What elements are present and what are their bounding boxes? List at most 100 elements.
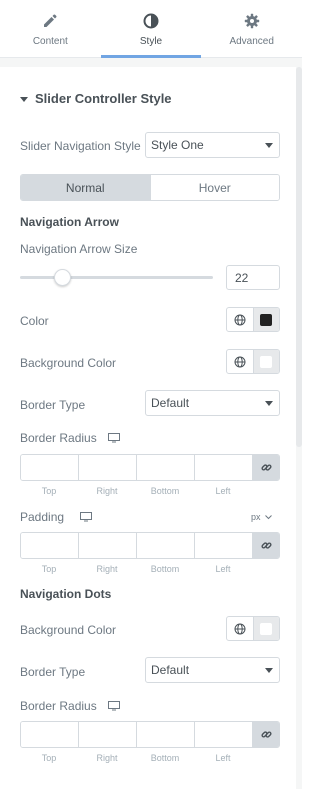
radius-top-input[interactable]: [21, 722, 79, 747]
arrow-border-radius-inputs: [20, 454, 280, 481]
dots-border-type-select[interactable]: Default: [145, 657, 280, 683]
arrow-size-slider-track[interactable]: [20, 276, 213, 279]
arrow-bg-color-label: Background Color: [20, 356, 117, 370]
chevron-down-icon: [265, 401, 273, 406]
arrow-size-input[interactable]: 22: [226, 265, 280, 290]
link-values-button[interactable]: [253, 533, 279, 558]
arrow-border-type-label: Border Type: [20, 398, 86, 412]
desktop-icon[interactable]: [80, 512, 93, 522]
nav-style-value: Style One: [151, 138, 204, 152]
dim-label-right: Right: [96, 486, 118, 496]
padding-bottom-input[interactable]: [137, 533, 195, 558]
dots-border-type-label: Border Type: [20, 665, 86, 679]
padding-unit-value: px: [251, 512, 261, 522]
nav-style-select[interactable]: Style One: [145, 132, 280, 158]
color-swatch: [260, 622, 273, 635]
dim-label-left: Left: [215, 486, 231, 496]
link-icon: [260, 731, 272, 738]
section-title: Slider Controller Style: [35, 91, 172, 106]
global-colors-button[interactable]: [227, 308, 254, 331]
global-colors-button[interactable]: [227, 350, 254, 373]
tab-advanced[interactable]: Advanced: [201, 0, 302, 57]
half-circle-icon: [143, 13, 159, 29]
arrow-bg-color-swatch-button[interactable]: [253, 350, 279, 373]
desktop-icon[interactable]: [107, 701, 120, 711]
chevron-down-icon: [265, 143, 273, 148]
nav-style-label: Slider Navigation Style: [20, 139, 141, 153]
radius-left-input[interactable]: [195, 455, 253, 480]
radius-left-input[interactable]: [195, 722, 253, 747]
chevron-down-icon: [264, 514, 272, 519]
color-swatch: [260, 313, 273, 326]
panel-scrollbar[interactable]: [296, 67, 302, 447]
arrow-border-radius-label: Border Radius: [20, 431, 97, 445]
radius-bottom-input[interactable]: [137, 455, 195, 480]
tab-normal[interactable]: Normal: [21, 175, 150, 200]
dim-label-right: Right: [96, 753, 118, 763]
radius-right-input[interactable]: [79, 455, 137, 480]
arrow-padding-inputs: [20, 532, 280, 559]
arrow-color-swatch-button[interactable]: [253, 308, 279, 331]
padding-unit-select[interactable]: px: [251, 512, 272, 522]
dim-label-bottom: Bottom: [150, 564, 180, 574]
tab-content-label: Content: [32, 36, 68, 47]
section-header[interactable]: Slider Controller Style: [20, 91, 172, 106]
arrow-bg-color-picker: [226, 349, 280, 374]
radius-top-input[interactable]: [21, 455, 79, 480]
chevron-down-icon: [265, 668, 273, 673]
navigation-dots-heading: Navigation Dots: [20, 587, 112, 601]
dots-bg-color-picker: [226, 616, 280, 641]
arrow-border-radius-labels: Top Right Bottom Left: [20, 486, 252, 496]
radius-right-input[interactable]: [79, 722, 137, 747]
arrow-color-picker: [226, 307, 280, 332]
arrow-color-label: Color: [20, 314, 49, 328]
link-values-button[interactable]: [253, 455, 279, 480]
navigation-arrow-heading: Navigation Arrow: [20, 215, 119, 229]
globe-icon: [234, 356, 246, 367]
link-values-button[interactable]: [253, 722, 279, 747]
globe-icon: [234, 623, 246, 634]
padding-left-input[interactable]: [195, 533, 253, 558]
dots-border-radius-labels: Top Right Bottom Left: [20, 753, 252, 763]
tab-hover[interactable]: Hover: [149, 175, 279, 200]
global-colors-button[interactable]: [227, 617, 254, 640]
link-icon: [260, 464, 272, 471]
desktop-icon[interactable]: [107, 433, 120, 443]
arrow-padding-row: Padding: [20, 510, 93, 524]
arrow-border-type-value: Default: [151, 396, 190, 410]
dim-label-left: Left: [215, 564, 231, 574]
dim-label-bottom: Bottom: [150, 486, 180, 496]
globe-icon: [234, 314, 246, 325]
tab-style[interactable]: Style: [100, 0, 202, 58]
color-swatch: [260, 355, 273, 368]
dots-border-radius-row: Border Radius: [20, 699, 120, 713]
dim-label-bottom: Bottom: [150, 753, 180, 763]
dim-label-left: Left: [215, 753, 231, 763]
gear-icon: [244, 13, 259, 29]
link-icon: [260, 542, 272, 549]
tab-advanced-label: Advanced: [229, 36, 274, 47]
dim-label-top: Top: [41, 753, 57, 763]
arrow-border-radius-row: Border Radius: [20, 431, 120, 445]
pencil-icon: [44, 14, 57, 27]
dim-label-top: Top: [41, 486, 57, 496]
padding-right-input[interactable]: [79, 533, 137, 558]
padding-top-input[interactable]: [21, 533, 79, 558]
caret-down-icon: [20, 96, 28, 102]
arrow-border-type-select[interactable]: Default: [145, 390, 280, 416]
arrow-size-label: Navigation Arrow Size: [20, 242, 138, 256]
tab-content[interactable]: Content: [0, 0, 101, 57]
state-toggle: Normal Hover: [20, 174, 280, 201]
dots-border-radius-label: Border Radius: [20, 699, 97, 713]
dots-bg-color-swatch-button[interactable]: [253, 617, 279, 640]
dots-border-radius-inputs: [20, 721, 280, 748]
arrow-size-slider-handle[interactable]: [53, 269, 71, 286]
dim-label-right: Right: [96, 564, 118, 574]
radius-bottom-input[interactable]: [137, 722, 195, 747]
dim-label-top: Top: [41, 564, 57, 574]
dots-border-type-value: Default: [151, 663, 190, 677]
panel-tabs: Content Style Advanced: [0, 0, 302, 58]
tab-style-label: Style: [139, 36, 163, 47]
arrow-padding-label: Padding: [20, 510, 65, 524]
dots-bg-color-label: Background Color: [20, 623, 117, 637]
